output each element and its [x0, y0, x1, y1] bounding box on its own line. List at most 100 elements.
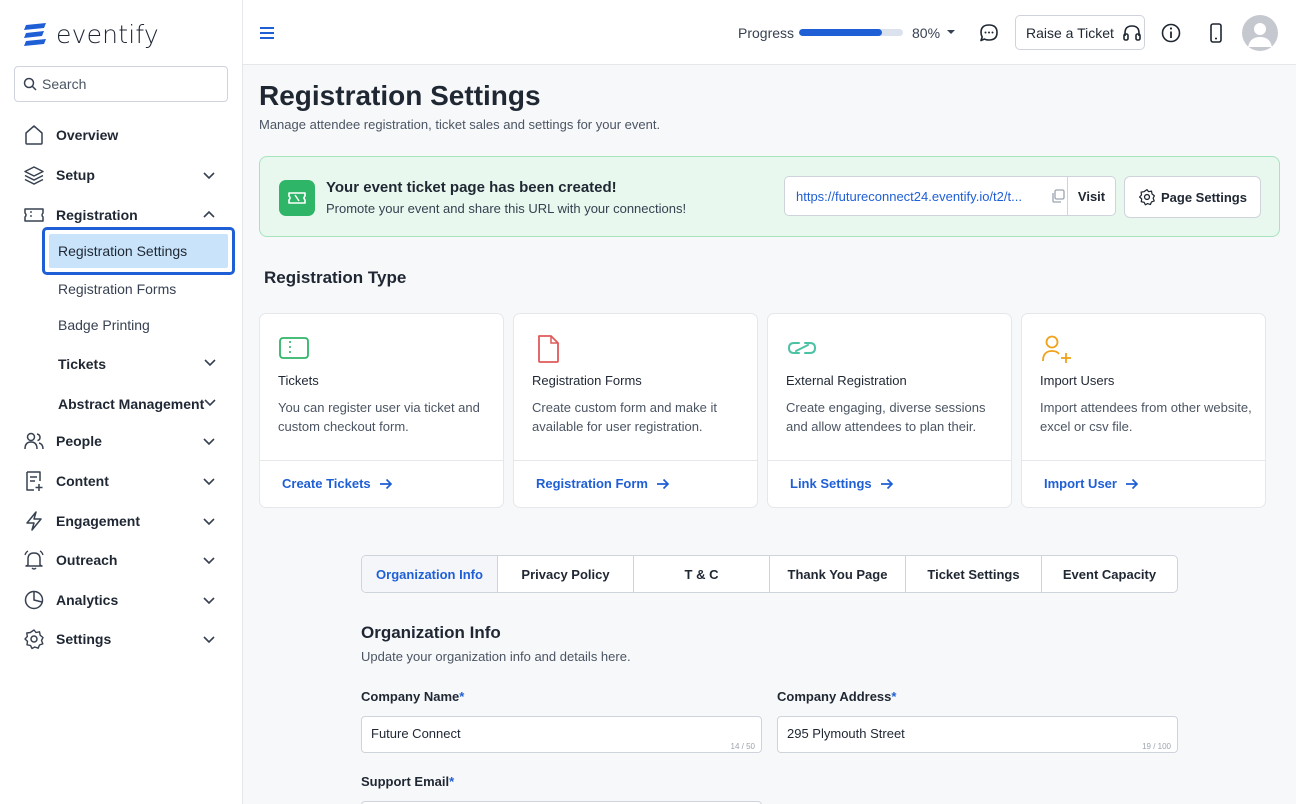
tab-privacy-policy[interactable]: Privacy Policy — [498, 556, 634, 592]
link-settings-link[interactable]: Link Settings — [790, 476, 894, 491]
registration-form-link[interactable]: Registration Form — [536, 476, 670, 491]
tab-terms-and-conditions[interactable]: T & C — [634, 556, 770, 592]
company-address-field[interactable]: 19 / 100 — [777, 716, 1178, 753]
sidebar-item-label: People — [56, 433, 102, 449]
card-tickets: Tickets You can register user via ticket… — [259, 313, 504, 508]
sidebar-subitem-badge-printing[interactable]: Badge Printing — [58, 317, 150, 333]
sidebar-item-setup[interactable]: Setup — [0, 160, 243, 190]
import-user-link[interactable]: Import User — [1044, 476, 1139, 491]
card-title: Registration Forms — [532, 373, 642, 388]
sidebar-item-analytics[interactable]: Analytics — [0, 585, 243, 615]
card-description: Create custom form and make it available… — [532, 400, 717, 434]
sidebar-subitem-label: Registration Settings — [49, 234, 228, 268]
ticket-page-banner: Your event ticket page has been created!… — [259, 156, 1280, 237]
sidebar-item-registration[interactable]: Registration — [0, 200, 243, 230]
required-mark: * — [459, 689, 465, 704]
pie-chart-icon — [23, 589, 45, 611]
sidebar-item-people[interactable]: People — [0, 426, 243, 456]
progress-bar — [799, 29, 903, 36]
page-settings-label: Page Settings — [1161, 189, 1247, 205]
brand-name: eventify — [56, 20, 159, 49]
info-icon[interactable] — [1160, 22, 1182, 44]
arrow-right-icon — [379, 478, 392, 489]
search-box[interactable] — [14, 66, 228, 102]
chevron-down-icon[interactable] — [203, 395, 217, 409]
sidebar-item-engagement[interactable]: Engagement — [0, 506, 243, 536]
sidebar-subitem-registration-forms[interactable]: Registration Forms — [58, 281, 176, 297]
page-settings-button[interactable]: Page Settings — [1124, 176, 1261, 218]
card-divider — [260, 460, 503, 461]
card-description: Create engaging, diverse sessions and al… — [786, 400, 986, 434]
sidebar-subitem-registration-settings[interactable]: Registration Settings — [42, 227, 235, 275]
character-count: 14 / 50 — [730, 742, 755, 751]
sidebar-subitem-tickets[interactable]: Tickets — [58, 356, 106, 372]
progress-bar-fill — [799, 29, 883, 36]
tab-organization-info[interactable]: Organization Info — [362, 556, 498, 592]
tab-thank-you-page[interactable]: Thank You Page — [770, 556, 906, 592]
chevron-down-icon[interactable] — [203, 355, 217, 369]
user-avatar-icon — [1248, 23, 1272, 47]
organization-info-subtitle: Update your organization info and detail… — [361, 649, 631, 664]
settings-tabs: Organization Info Privacy Policy T & C T… — [361, 555, 1178, 593]
ticket-url[interactable]: https://futureconnect24.eventify.io/t2/t… — [785, 189, 1047, 204]
required-mark: * — [891, 689, 897, 704]
arrow-right-icon — [1125, 478, 1139, 489]
sidebar-item-content[interactable]: Content — [0, 466, 243, 496]
sidebar-item-outreach[interactable]: Outreach — [0, 545, 243, 575]
support-email-label-text: Support Email — [361, 774, 450, 789]
visit-button[interactable]: Visit — [1067, 177, 1115, 215]
company-name-input[interactable] — [371, 726, 701, 741]
sidebar-item-overview[interactable]: Overview — [0, 120, 243, 150]
card-registration-forms: Registration Forms Create custom form an… — [513, 313, 758, 508]
link-label: Create Tickets — [282, 476, 371, 491]
sidebar-item-label: Registration — [56, 207, 138, 223]
chevron-down-icon — [203, 597, 215, 605]
mobile-icon[interactable] — [1206, 22, 1226, 44]
registration-type-title: Registration Type — [264, 268, 407, 287]
caret-down-icon[interactable] — [946, 28, 956, 36]
character-count: 19 / 100 — [1142, 742, 1171, 751]
sidebar-item-label: Setup — [56, 167, 95, 183]
layers-icon — [23, 164, 45, 186]
progress-label: Progress — [738, 25, 795, 41]
document-icon — [538, 335, 559, 363]
required-mark: * — [449, 774, 455, 789]
ticket-url-field[interactable]: https://futureconnect24.eventify.io/t2/t… — [784, 176, 1116, 216]
chevron-down-icon — [203, 636, 215, 644]
create-tickets-link[interactable]: Create Tickets — [282, 476, 393, 491]
raise-ticket-button[interactable]: Raise a Ticket — [1015, 15, 1145, 50]
sidebar-subitem-abstract-management[interactable]: Abstract Management — [58, 396, 204, 412]
search-input[interactable] — [42, 76, 222, 92]
avatar[interactable] — [1242, 15, 1278, 51]
link-label: Import User — [1044, 476, 1117, 491]
company-name-field[interactable]: 14 / 50 — [361, 716, 762, 753]
card-divider — [768, 460, 1011, 461]
chevron-up-icon — [203, 210, 215, 218]
sidebar-item-settings[interactable]: Settings — [0, 624, 243, 654]
chevron-down-icon — [203, 478, 215, 486]
company-address-label-text: Company Address — [777, 689, 892, 704]
ticket-icon — [23, 204, 45, 226]
ticket-icon — [279, 337, 309, 359]
card-divider — [514, 460, 757, 461]
arrow-right-icon — [880, 478, 893, 489]
tab-event-capacity[interactable]: Event Capacity — [1042, 556, 1177, 592]
ticket-icon — [279, 180, 315, 216]
sidebar: eventify Overview Setup Registration Reg… — [0, 0, 243, 804]
company-name-label: Company Name* — [361, 689, 464, 704]
hamburger-menu-icon[interactable] — [259, 25, 275, 41]
sidebar-item-label: Overview — [56, 127, 119, 143]
sidebar-item-label: Analytics — [56, 592, 119, 608]
chat-icon[interactable] — [978, 22, 1000, 44]
card-title: Import Users — [1040, 373, 1115, 388]
chevron-down-icon — [203, 172, 215, 180]
company-address-input[interactable] — [787, 726, 1117, 741]
bell-icon — [23, 549, 45, 571]
card-divider — [1022, 460, 1265, 461]
bolt-icon — [23, 510, 45, 532]
tab-ticket-settings[interactable]: Ticket Settings — [906, 556, 1042, 592]
card-import-users: Import Users Import attendees from other… — [1021, 313, 1266, 508]
card-description: Import attendees from other website, exc… — [1040, 400, 1252, 434]
copy-icon[interactable] — [1047, 188, 1069, 204]
brand-logo[interactable]: eventify — [22, 20, 159, 49]
